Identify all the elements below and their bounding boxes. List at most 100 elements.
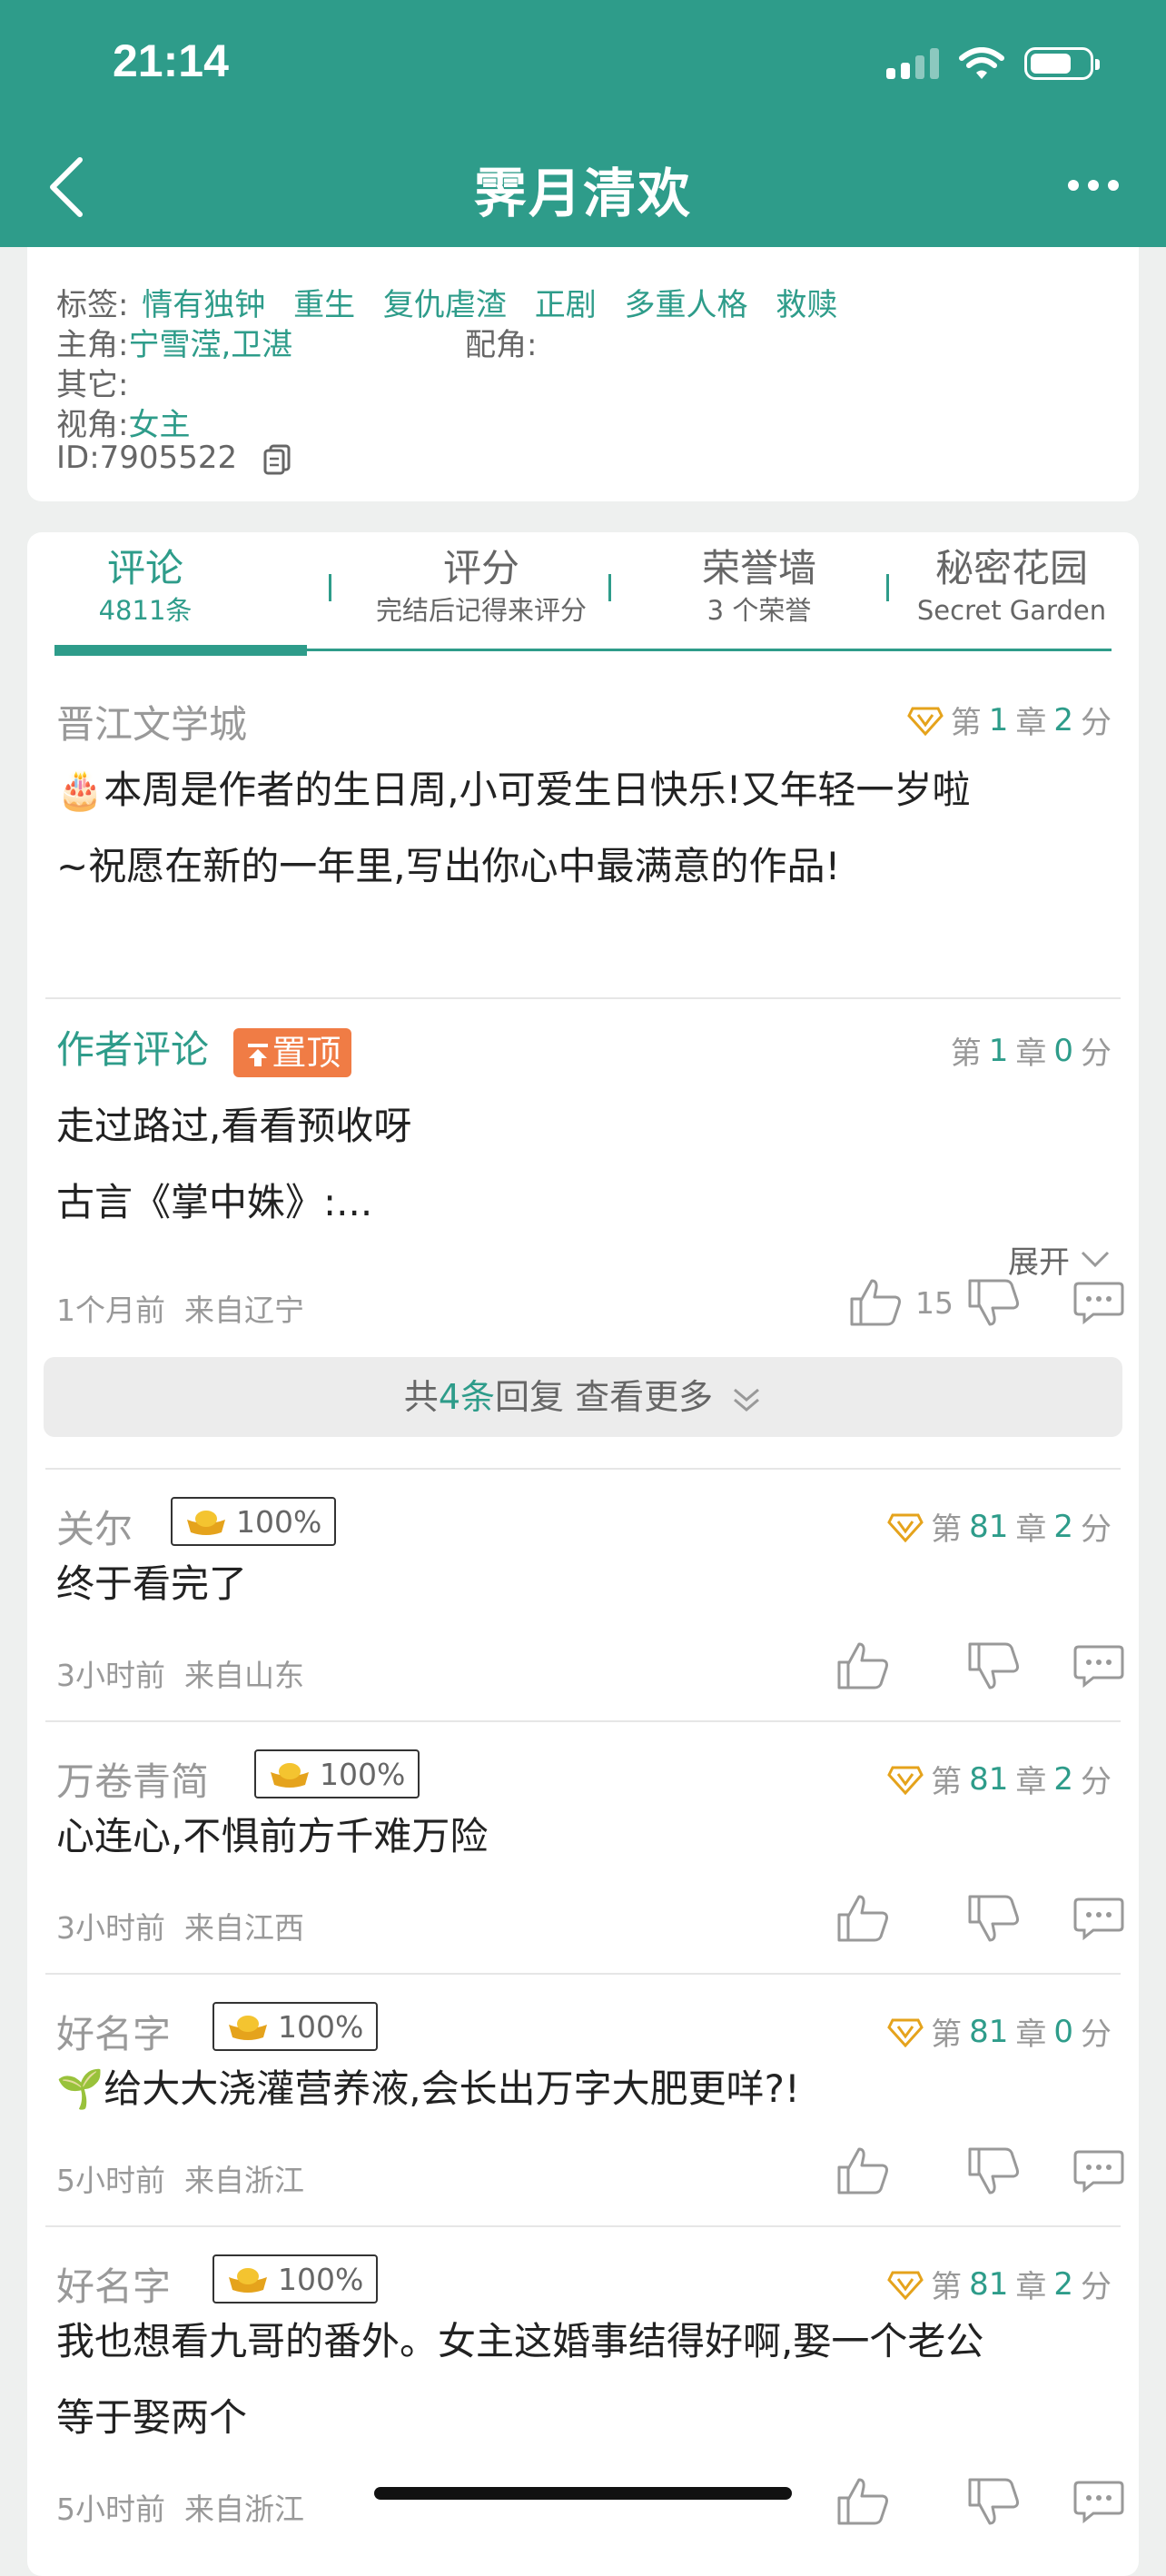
thumbs-down-icon[interactable] [966,1640,1023,1691]
tag-item[interactable]: 多重人格 [625,287,748,323]
lead-value[interactable]: 宁雪滢,卫湛 [128,327,292,363]
tag-item[interactable]: 情有独钟 [142,287,265,323]
thumbs-down-icon[interactable] [966,1893,1023,1944]
gold-badge: 100% [212,2002,379,2051]
comment-meta: 3小时前 来自江西 [56,1904,304,1947]
reply-icon[interactable] [1073,2479,1124,2524]
like-count: 15 [915,1284,954,1321]
lead-label: 主角: [56,327,129,363]
pov-label: 视角: [56,407,129,443]
tab-secret-garden[interactable]: 秘密花园 Secret Garden [903,543,1121,627]
tab-separator [608,574,611,601]
score-suffix: 分 [1081,705,1112,741]
thumbs-down-icon[interactable] [966,2145,1023,2196]
tab-comments[interactable]: 评论 4811条 [54,543,236,627]
home-indicator[interactable] [374,2487,792,2500]
tab-separator [329,574,331,601]
gold-ingot-icon [271,1763,309,1788]
thumbs-up-icon[interactable] [835,2145,892,2196]
copy-icon[interactable] [263,444,291,475]
comment-text: 走过路过,看看预收呀 古言《掌中姝》:... [56,1088,1110,1241]
thumbs-down-icon[interactable] [966,2476,1023,2527]
score-number: 2 [1053,2265,1073,2303]
chapter-number: 81 [969,1760,1009,1798]
score-number: 2 [1053,1508,1073,1545]
score-number: 0 [1053,1032,1073,1069]
lead-row: 主角:宁雪滢,卫湛 [56,320,292,364]
vip-diamond-icon [906,707,944,736]
other-label: 其它: [56,367,129,403]
vip-diamond-icon [887,1513,924,1542]
tab-rating[interactable]: 评分 完结后记得来评分 [345,543,618,627]
novel-id: ID:7905522 [56,440,238,476]
comment-location: 来自山东 [183,1658,304,1693]
vip-diamond-icon [887,2018,924,2047]
chapter-suffix: 章 [1015,705,1047,741]
comment-time: 5小时前 [56,2492,165,2527]
gold-badge-value: 100% [278,2261,364,2297]
author-comment-heading: 作者评论 置顶 [56,1019,352,1077]
chapter-suffix: 章 [1015,1035,1047,1072]
view-more-replies-button[interactable]: 共4条回复 查看更多 [44,1357,1122,1437]
gold-badge: 100% [212,2254,379,2304]
divider [45,997,1121,999]
other-row: 其它: [56,360,128,404]
reply-icon[interactable] [1073,1280,1124,1325]
thumbs-up-icon[interactable] [848,1277,904,1328]
reply-icon[interactable] [1073,1896,1124,1941]
tab-bar: 评论 4811条 评分 完结后记得来评分 荣誉墙 3 个荣誉 秘密花园 Secr… [54,543,1112,638]
reply-icon[interactable] [1073,1643,1124,1689]
score-number: 2 [1053,701,1073,738]
commenter-name[interactable]: 晋江文学城 [56,694,247,749]
comment-meta: 3小时前 来自山东 [56,1651,304,1695]
comment-text-line: 终于看完了 [56,1561,248,1606]
comment-time: 1个月前 [56,1293,165,1328]
status-icons [886,47,1100,80]
commenter-name[interactable]: 作者评论 [56,1027,209,1072]
comment-text: 我也想看九哥的番外。女主这婚事结得好啊,娶一个老公 等于娶两个 [56,2304,1110,2456]
thumbs-up-icon[interactable] [835,2476,892,2527]
thumbs-down-icon[interactable] [966,1277,1023,1328]
chapter-prefix: 第 [950,705,982,741]
comment-time: 3小时前 [56,1658,165,1693]
tag-item[interactable]: 重生 [293,287,355,323]
comment-text: 🌱给大大浇灌营养液,会长出万字大肥更咩?! [56,2051,1110,2127]
comment-location: 来自浙江 [183,2163,304,2198]
tab-comments-label: 评论 [106,546,183,590]
gold-ingot-icon [187,1511,225,1535]
comment-meta: 1个月前 来自辽宁 [56,1286,304,1330]
pin-up-icon [248,1044,269,1066]
tab-rating-label: 评分 [442,546,519,590]
score-suffix: 分 [1081,1035,1112,1072]
tag-item[interactable]: 复仇虐渣 [383,287,507,323]
expand-button[interactable]: 展开 [1008,1237,1112,1282]
divider [45,1468,1121,1470]
tags-row: 标签: 情有独钟 重生 复仇虐渣 正剧 多重人格 救赎 [56,280,837,324]
comment-text-line: ~祝愿在新的一年里,写出你心中最满意的作品! [56,844,841,888]
chapter-suffix: 章 [1015,1764,1047,1800]
thumbs-up-icon[interactable] [835,1640,892,1691]
more-options-icon[interactable] [1068,180,1119,191]
double-chevron-down-icon [734,1388,760,1412]
page-title: 霁月清欢 [473,163,692,224]
tab-honor-wall[interactable]: 荣誉墙 3 个荣誉 [623,543,895,627]
comment-location: 来自辽宁 [183,1293,304,1328]
tag-item[interactable]: 正剧 [535,287,597,323]
status-time: 21:14 [113,35,229,86]
chapter-score: 第1章 0分 [951,1028,1112,1073]
chapter-prefix: 第 [931,2269,963,2305]
tab-rating-sub: 完结后记得来评分 [375,595,587,626]
comment-text-line: 走过路过,看看预收呀 [56,1104,412,1148]
reply-icon[interactable] [1073,2148,1124,2194]
tag-item[interactable]: 救赎 [776,287,837,323]
gold-badge-value: 100% [278,2008,364,2045]
comment-text: 心连心,不惧前方千难万险 [56,1798,1110,1875]
chevron-down-icon [1081,1251,1110,1267]
pov-row: 视角:女主 [56,400,190,444]
score-number: 0 [1053,2013,1073,2050]
chapter-score: 第 81 章 2分 [887,2262,1112,2306]
thumbs-up-icon[interactable] [835,1893,892,1944]
id-row: ID:7905522 [56,440,291,476]
vip-diamond-icon [887,2271,924,2300]
replies-prefix: 共 [403,1377,439,1417]
